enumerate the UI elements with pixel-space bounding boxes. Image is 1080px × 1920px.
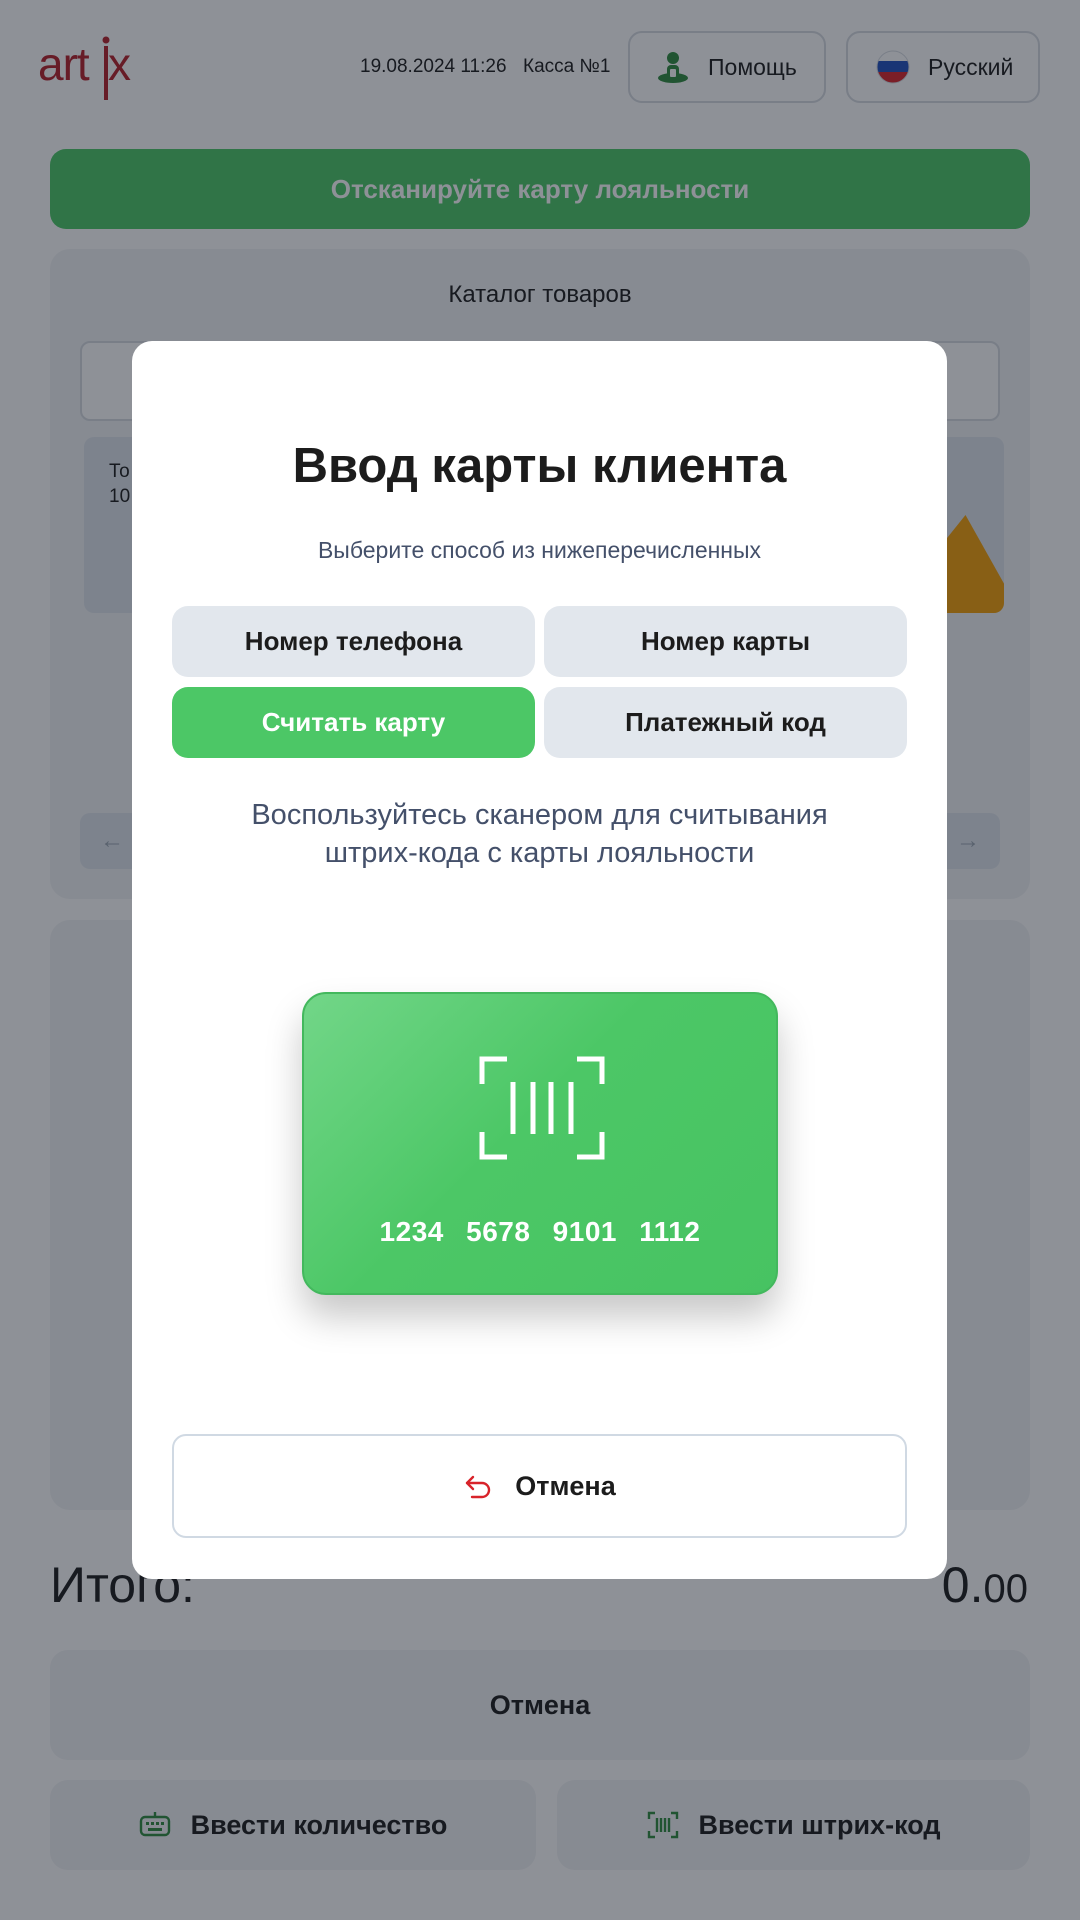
method-scan-card-button[interactable]: Считать карту: [172, 687, 535, 758]
card-number: 1234 5678 9101 1112: [379, 1216, 701, 1247]
dialog-cancel-button[interactable]: Отмена: [172, 1434, 907, 1538]
barcode-scan-icon: [479, 1056, 605, 1160]
client-card-dialog: Ввод карты клиента Выберите способ из ни…: [132, 341, 947, 1579]
method-phone-button[interactable]: Номер телефона: [172, 606, 535, 677]
method-payment-code-label: Платежный код: [625, 707, 826, 737]
dialog-title: Ввод карты клиента: [292, 439, 787, 493]
method-payment-code-button[interactable]: Платежный код: [544, 687, 907, 758]
instruction-line-2: штрих-кода с карты лояльности: [324, 837, 755, 869]
undo-arrow-icon: [466, 1475, 491, 1499]
method-scan-card-label: Считать карту: [261, 707, 446, 737]
method-phone-label: Номер телефона: [244, 626, 463, 656]
instruction-line-1: Воспользуйтесь сканером для считывания: [251, 799, 828, 831]
method-card-number-button[interactable]: Номер карты: [544, 606, 907, 677]
dialog-subtitle: Выберите способ из нижеперечисленных: [317, 537, 762, 563]
loyalty-card-illustration: 1234 5678 9101 1112: [302, 992, 778, 1295]
scan-instruction: Воспользуйтесь сканером для считывания ш…: [132, 796, 947, 872]
method-card-number-label: Номер карты: [640, 626, 811, 656]
dialog-cancel-label: Отмена: [515, 1470, 616, 1501]
